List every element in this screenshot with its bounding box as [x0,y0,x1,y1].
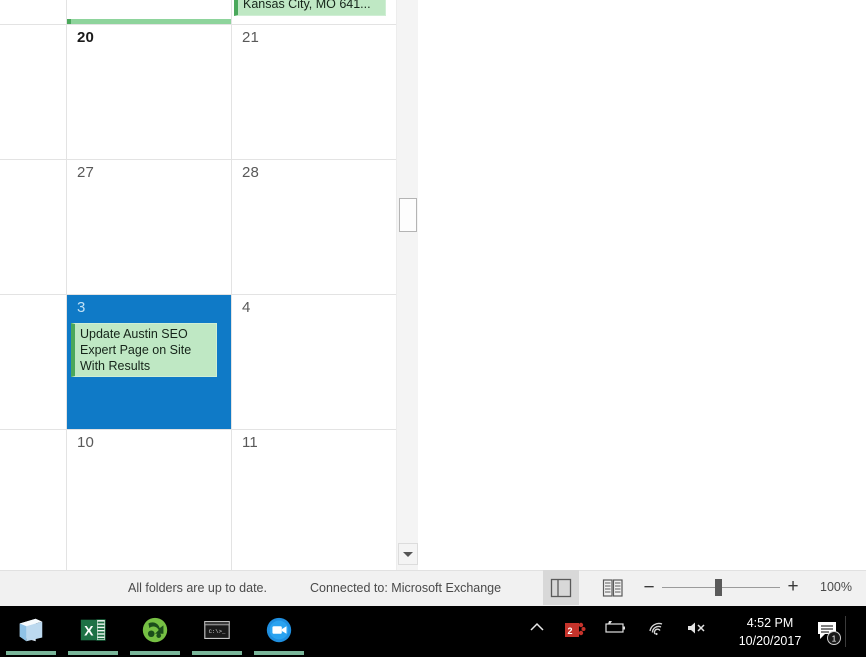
excel-icon: X [80,619,106,641]
calendar-day-number: 21 [242,29,260,46]
taskbar-item-command-prompt[interactable]: C:\>_ [186,606,248,657]
calendar-day-cell-20[interactable]: 20 [67,25,231,159]
action-center-badge-count: 1 [832,634,837,644]
show-hidden-icons-button[interactable] [520,606,554,657]
calendar-week-row: Kansas City, MO 641... [0,0,396,24]
calendar-week-row: 10 11 [0,430,396,566]
calendar-day-number: 11 [242,434,258,451]
austin-seo-appointment[interactable]: Update Austin SEO Expert Page on Site Wi… [71,323,217,377]
status-bar: All folders are up to date. Connected to… [0,570,866,606]
calendar-day-cell-28[interactable]: 28 [232,160,396,294]
update-notification-button[interactable]: 2 [558,606,592,657]
kansas-city-appointment[interactable]: Kansas City, MO 641... [234,0,386,16]
calendar-day-cell[interactable] [0,430,66,566]
clock-date: 10/20/2017 [738,634,802,648]
wifi-icon [649,622,663,636]
battery-status-button[interactable] [598,606,632,657]
calendar-day-cell-27[interactable]: 27 [67,160,231,294]
windows-taskbar: X C:\>_ 2 4:52 PM 10/20/2017 1 [0,606,866,657]
clock-time: 4:52 PM [746,616,794,630]
outlook-icon [19,618,43,642]
calendar-day-cell[interactable]: Kansas City, MO 641... [232,0,396,23]
update-notification-icon: 2 [565,622,586,637]
command-prompt-icon: C:\>_ [204,621,230,639]
taskbar-item-video-recorder[interactable] [248,606,310,657]
calendar-day-number: 27 [77,164,95,181]
zoom-out-button[interactable]: − [640,578,658,597]
reading-view-button[interactable] [596,570,630,605]
taskbar-item-outlook[interactable] [0,606,62,657]
action-center-button[interactable]: 1 [812,606,846,657]
battery-icon [605,621,625,633]
calendar-week-row: 3 Update Austin SEO Expert Page on Site … [0,295,396,429]
calendar-day-cell[interactable] [0,25,66,159]
taskbar-running-indicator [6,651,56,655]
chevron-down-icon [403,551,413,557]
volume-button[interactable] [680,606,714,657]
calendar-day-cell-3-selected[interactable]: 3 Update Austin SEO Expert Page on Site … [67,295,231,429]
calendar-day-cell-21[interactable]: 21 [232,25,396,159]
taskbar-running-indicator [130,651,180,655]
camera-icon [266,617,292,643]
outlook-calendar-screen: Kansas City, MO 641... 20 21 27 28 3 Upd… [0,0,866,657]
scrollbar-down-button[interactable] [398,543,418,565]
connection-status-text: Connected to: Microsoft Exchange [310,581,502,595]
svg-text:C:\>_: C:\>_ [209,628,226,635]
taskbar-running-indicator [68,651,118,655]
taskbar-item-excel[interactable]: X [62,606,124,657]
calendar-week-row: 20 21 [0,25,396,159]
action-center-icon: 1 [818,622,841,645]
taskbar-item-camtasia[interactable] [124,606,186,657]
notification-badge-count: 2 [567,626,572,636]
zoom-slider-thumb[interactable] [715,579,722,596]
svg-text:X: X [84,623,94,639]
calendar-day-cell-10[interactable]: 10 [67,430,231,566]
volume-muted-icon [688,622,705,634]
reading-view-icon [602,578,623,597]
calendar-week-row: 27 28 [0,160,396,294]
zoom-level-label[interactable]: 100% [820,580,852,594]
calendar-vertical-scrollbar[interactable] [396,0,418,570]
normal-view-button[interactable] [543,570,579,605]
calendar-month-grid[interactable]: Kansas City, MO 641... 20 21 27 28 3 Upd… [0,0,396,570]
sync-status-text: All folders are up to date. [128,581,267,595]
taskbar-running-indicator [254,651,304,655]
calendar-day-cell-11[interactable]: 11 [232,430,396,566]
calendar-day-number: 4 [242,299,251,316]
camtasia-icon [142,617,168,643]
calendar-day-number: 28 [242,164,260,181]
taskbar-running-indicator [192,651,242,655]
calendar-day-number: 3 [77,299,86,316]
zoom-in-button[interactable]: + [784,577,802,596]
appointment-text: Update Austin SEO Expert Page on Site Wi… [80,327,192,373]
scrollbar-thumb[interactable] [399,198,417,232]
taskbar-clock[interactable]: 4:52 PM 10/20/2017 [722,614,818,650]
calendar-day-number: 20 [77,29,95,46]
appointment-text: Kansas City, MO 641... [243,0,371,11]
network-status-button[interactable] [640,606,674,657]
chevron-up-icon [530,622,544,631]
calendar-day-cell[interactable] [0,160,66,294]
normal-view-icon [550,578,572,597]
calendar-day-number: 10 [77,434,95,451]
ribbon-icon-rail [428,0,866,570]
calendar-day-cell[interactable] [67,0,231,24]
calendar-day-cell[interactable] [0,295,66,429]
calendar-day-cell-4[interactable]: 4 [232,295,396,429]
